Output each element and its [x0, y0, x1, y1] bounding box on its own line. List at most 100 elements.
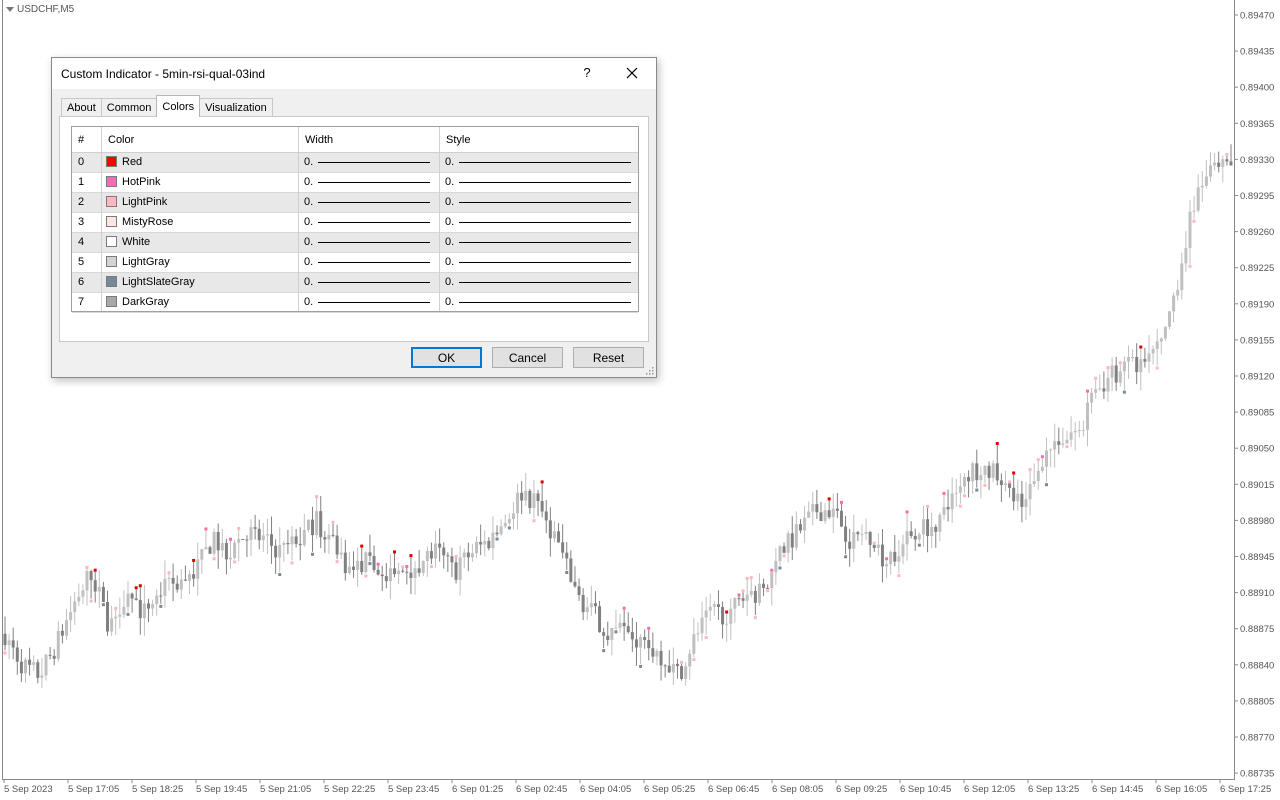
candle [421, 560, 425, 577]
candle [1184, 231, 1188, 272]
resize-grip-icon[interactable] [646, 367, 654, 375]
style-cell[interactable]: 0. [445, 173, 635, 192]
width-cell[interactable]: 0. [304, 173, 434, 192]
style-cell[interactable]: 0. [445, 193, 635, 212]
help-button[interactable]: ? [578, 65, 596, 80]
style-cell[interactable]: 0. [445, 213, 635, 232]
color-swatch [106, 156, 117, 167]
candle [1155, 328, 1159, 366]
candle-body [3, 633, 7, 646]
candle-body [1192, 210, 1196, 212]
indicator-marker [778, 566, 782, 570]
candle-body [212, 531, 216, 554]
color-row-2[interactable]: 2 LightPink 0. 0. [72, 193, 638, 213]
indicator-marker [376, 562, 380, 566]
color-cell[interactable]: LightSlateGray [102, 273, 298, 292]
candle [409, 557, 413, 595]
color-row-7[interactable]: 7 DarkGray 0. 0. [72, 293, 638, 313]
style-cell[interactable]: 0. [445, 273, 635, 292]
width-cell[interactable]: 0. [304, 233, 434, 252]
candle-body [663, 665, 667, 667]
candle-body [848, 541, 852, 549]
candle [569, 550, 573, 583]
color-cell[interactable]: MistyRose [102, 213, 298, 232]
indicator-marker [622, 606, 626, 610]
tab-colors[interactable]: Colors [156, 95, 201, 117]
candle-body [725, 623, 729, 625]
chart-symbol-label[interactable]: USDCHF,M5 [6, 4, 74, 15]
width-cell[interactable]: 0. [304, 193, 434, 212]
candle-body [1184, 248, 1188, 264]
close-button[interactable] [618, 62, 646, 84]
candle [290, 525, 294, 561]
color-row-6[interactable]: 6 LightSlateGray 0. 0. [72, 273, 638, 293]
candle-body [1110, 365, 1114, 378]
candle-body [606, 635, 610, 640]
candle-body [294, 536, 298, 544]
color-row-5[interactable]: 5 LightGray 0. 0. [72, 253, 638, 273]
ok-button[interactable]: OK [411, 347, 482, 368]
candle [311, 506, 315, 552]
reset-button[interactable]: Reset [573, 347, 644, 368]
style-cell[interactable]: 0. [445, 233, 635, 252]
candle [704, 596, 708, 635]
candle-body [335, 535, 339, 555]
candle [52, 649, 56, 666]
color-cell[interactable]: LightGray [102, 253, 298, 272]
color-cell[interactable]: LightPink [102, 193, 298, 212]
candle-body [466, 552, 470, 558]
candle-body [384, 576, 388, 582]
candle-body [942, 506, 946, 515]
width-cell[interactable]: 0. [304, 293, 434, 312]
style-cell[interactable]: 0. [445, 153, 635, 172]
candle-body [889, 551, 893, 565]
custom-indicator-dialog: Custom Indicator - 5min-rsi-qual-03ind ?… [51, 57, 657, 378]
candle [901, 534, 905, 565]
color-cell[interactable]: Red [102, 153, 298, 172]
candle [229, 540, 233, 569]
cancel-button[interactable]: Cancel [492, 347, 563, 368]
style-cell[interactable]: 0. [445, 293, 635, 312]
candle [1061, 427, 1065, 448]
width-cell[interactable]: 0. [304, 213, 434, 232]
width-cell[interactable]: 0. [304, 273, 434, 292]
indicator-marker [766, 589, 770, 593]
candle [384, 563, 388, 589]
candle-body [872, 544, 876, 548]
indicator-marker [1118, 361, 1122, 365]
candle [1229, 144, 1233, 166]
candle-body [475, 541, 479, 554]
color-cell[interactable]: DarkGray [102, 293, 298, 312]
price-label: 0.89120 [1240, 372, 1274, 383]
candle [864, 518, 868, 541]
candle [462, 548, 466, 568]
style-cell[interactable]: 0. [445, 253, 635, 272]
candle-body [819, 512, 823, 522]
tab-visualization[interactable]: Visualization [199, 98, 273, 117]
candle-body [233, 542, 237, 558]
width-cell[interactable]: 0. [304, 153, 434, 172]
candle-body [835, 508, 839, 511]
candle [524, 472, 528, 506]
candle-body [979, 474, 983, 481]
tab-common[interactable]: Common [100, 98, 158, 117]
candle [577, 578, 581, 601]
candle [844, 515, 848, 555]
color-row-1[interactable]: 1 HotPink 0. 0. [72, 173, 638, 193]
candle-body [749, 590, 753, 595]
row-index: 7 [78, 296, 85, 308]
candle-body [987, 465, 991, 478]
style-value: 0. [445, 176, 455, 188]
candle-body [893, 551, 897, 562]
candle [245, 535, 249, 558]
color-row-0[interactable]: 0 Red 0. 0. [72, 153, 638, 173]
color-cell[interactable]: HotPink [102, 173, 298, 192]
color-row-4[interactable]: 4 White 0. 0. [72, 233, 638, 253]
dialog-titlebar[interactable]: Custom Indicator - 5min-rsi-qual-03ind ? [52, 58, 656, 89]
color-cell[interactable]: White [102, 233, 298, 252]
width-cell[interactable]: 0. [304, 253, 434, 272]
width-line-preview [318, 262, 430, 263]
tab-about[interactable]: About [61, 98, 102, 117]
candle [561, 524, 565, 559]
color-row-3[interactable]: 3 MistyRose 0. 0. [72, 213, 638, 233]
